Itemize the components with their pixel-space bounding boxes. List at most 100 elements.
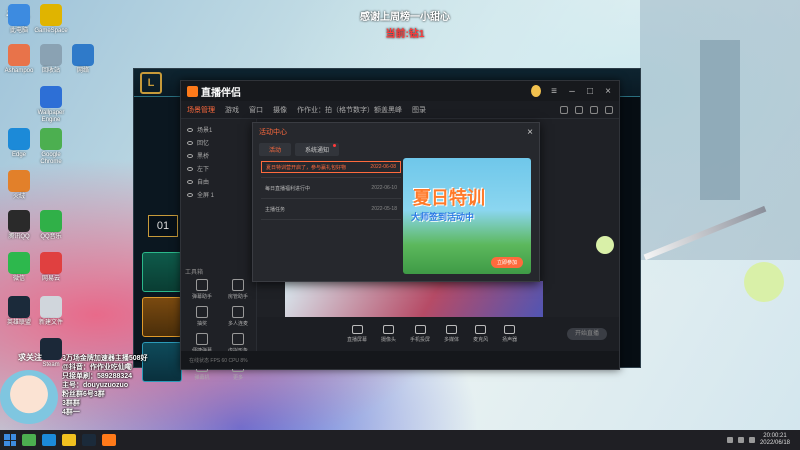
desktop-icon[interactable]: 火绒 [2,170,36,201]
mode-card[interactable] [142,297,182,337]
close-icon[interactable]: × [527,127,533,138]
scene-label: 左下 [197,167,210,173]
scene-label: 场景1 [197,128,213,134]
source-speaker-button[interactable]: 扬声器 [502,325,517,343]
desktop-icon[interactable]: 此电脑 [2,4,36,35]
desktop-icon[interactable]: 腾讯QQ [2,210,36,241]
desktop-icon[interactable]: QQ音乐 [34,210,68,241]
source-monitor-button[interactable]: 直播屏幕 [347,325,367,343]
league-client-sidebar: 01 [134,97,184,382]
taskbar-live-companion-icon[interactable] [102,434,116,446]
desktop-icon[interactable]: 微信 [2,252,36,283]
settings-icon[interactable] [575,105,583,114]
league-logo-icon[interactable]: L [140,71,162,94]
source-camera-button[interactable]: 摄像头 [381,325,396,343]
taskbar-edge-icon[interactable] [42,434,56,446]
desktop-icon[interactable]: Google Chrome [34,128,68,166]
desktop-icon[interactable]: 新建文件 [34,296,68,327]
activity-center-dialog[interactable]: 活动中心 × 活动 系统通知 夏日特训营开启了，参与赢礼包好物 2022-06-08… [252,122,540,282]
desktop-icon[interactable]: 网络 [66,44,100,75]
source-media-button[interactable]: 多媒体 [444,325,459,343]
start-menu-icon[interactable] [4,434,16,446]
menu-icon[interactable]: ≡ [549,86,559,97]
taskbar-chrome-icon[interactable] [22,434,36,446]
visibility-eye-icon[interactable] [187,127,193,132]
scene-item[interactable]: 回忆 [181,136,256,149]
layout-icon[interactable] [605,105,613,114]
tool-barrage[interactable]: 弹幕助手 [185,279,219,300]
activity-title: 夏日特训营开启了，参与赢礼包好物 [266,164,347,171]
dialog-tab[interactable]: 系统通知 [295,143,340,156]
chat-overlay: 3万场金牌加速器主播508好 @抖音：作作业吃仙嘞 只接单刷：589288324 主号… [62,354,212,417]
monitor-icon [351,325,363,334]
lol-icon [8,296,30,318]
source-microphone-button[interactable]: 麦克风 [473,325,488,343]
desktop-icon[interactable]: GameSpace [34,4,68,35]
lock-icon[interactable] [560,105,568,114]
user-avatar[interactable] [531,85,541,97]
close-icon[interactable]: × [603,86,613,97]
source-label: 摄像头 [381,337,397,343]
barrage-icon [196,279,208,291]
minimize-icon[interactable]: – [567,86,577,97]
menu-tab[interactable]: 摄像 [273,105,287,115]
computer-icon [8,4,30,26]
start-live-button[interactable]: 开始直播 [567,328,607,340]
scene-item[interactable]: 全屏 1 [181,188,256,201]
desktop-icon[interactable]: Ashampoo [2,44,36,75]
dialog-tab[interactable]: 活动 [259,143,292,156]
visibility-eye-icon[interactable] [187,166,193,171]
toolbar-icons [560,105,613,114]
activity-item[interactable]: 每日直播福利进行中 2022-06-10 [261,182,401,194]
activity-list: 夏日特训营开启了，参与赢礼包好物 2022-06-08 每日直播福利进行中 2022-… [261,161,401,224]
desktop-icon[interactable]: Edge [2,128,36,159]
tool-admin[interactable]: 房管助手 [221,279,255,300]
desktop-icon[interactable]: 英雄联盟 [2,296,36,327]
taskbar-lol-icon[interactable] [82,434,96,446]
menu-tab[interactable]: 窗口 [249,105,263,115]
divider [261,219,401,220]
activity-item[interactable]: 主播任务 2022-05-18 [261,203,401,215]
scene-label: 全屏 1 [197,193,215,199]
menu-tab[interactable]: 图录 [412,105,426,115]
tool-label: 多人连麦 [227,321,248,327]
visibility-eye-icon[interactable] [187,140,193,145]
visibility-eye-icon[interactable] [187,179,193,184]
mode-card[interactable] [142,252,182,292]
chat-line: 3万场金牌加速器主播508好 [62,355,148,362]
desktop-icon[interactable]: 回收站 [34,44,68,75]
stream-banner: 感谢上周榜一小甜心 当前:钻1 [340,8,470,40]
tool-gift[interactable]: 抽奖 [185,306,219,327]
desktop-icon[interactable]: Wallpaper Engine [34,86,68,124]
maximize-icon[interactable]: □ [585,86,595,97]
desktop-icon-label: Google Chrome [40,152,62,165]
scene-item[interactable]: 场景1 [181,123,256,136]
chrome-icon [40,128,62,150]
recycle-bin-icon [40,44,62,66]
menu-tab[interactable]: 作作业：拍（格节数字）额盖黑峰 [297,105,402,115]
menu-tab[interactable]: 游戏 [225,105,239,115]
menu-tab[interactable]: 场景管理 [187,105,215,115]
scene-item[interactable]: 自由 [181,175,256,188]
tool-multi-user[interactable]: 多人连麦 [221,306,255,327]
join-activity-button[interactable]: 立即参加 [490,257,523,268]
scene-item[interactable]: 黑桥 [181,149,256,162]
activity-banner[interactable]: 夏日特训 大师签到活动中 立即参加 [403,158,531,274]
desktop-icon[interactable]: 网易云 [34,252,68,283]
system-clock[interactable]: 20:00:21 2022/06/18 [760,433,796,447]
desktop-icon-label: 网络 [76,68,89,74]
taskbar-explorer-icon[interactable] [62,434,76,446]
follow-prompt: 求关注 [18,353,42,362]
visibility-eye-icon[interactable] [187,192,193,197]
source-phone-button[interactable]: 手机投屏 [410,325,430,343]
app-icon [8,44,30,66]
tray-input-icon[interactable] [748,437,755,443]
source-label: 直播屏幕 [347,337,368,343]
tray-network-icon[interactable] [726,437,733,443]
grid-icon[interactable] [590,105,598,114]
visibility-eye-icon[interactable] [187,153,193,158]
multi-user-icon [232,306,244,318]
tray-volume-icon[interactable] [737,437,744,443]
activity-item[interactable]: 夏日特训营开启了，参与赢礼包好物 2022-06-08 [261,161,401,173]
scene-item[interactable]: 左下 [181,162,256,175]
